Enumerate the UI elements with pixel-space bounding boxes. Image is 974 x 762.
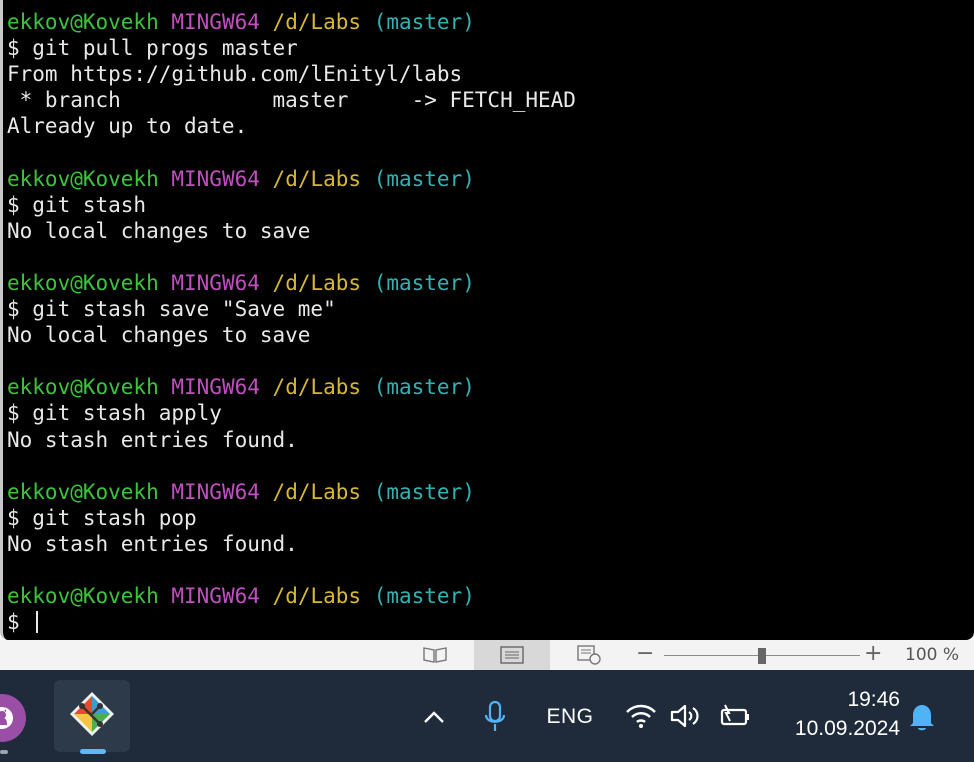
prompt-system: MINGW64 [171, 270, 260, 295]
text-cursor [36, 611, 39, 634]
bell-icon[interactable] [906, 700, 938, 734]
terminal-output-line: No local changes to save [7, 218, 311, 243]
language-indicator[interactable]: ENG [540, 702, 600, 732]
read-mode-icon[interactable] [420, 644, 450, 666]
terminal-window[interactable]: ekkov@Kovekh MINGW64 /d/Labs (master) $ g… [0, 0, 974, 640]
microphone-icon[interactable] [482, 698, 508, 736]
prompt-system: MINGW64 [171, 479, 260, 504]
prompt-path: /d/Labs [272, 10, 362, 34]
terminal-output-line: $ git stash save "Save me" [7, 297, 336, 322]
terminal-prompt-line: ekkov@Kovekh MINGW64 /d/Labs (master) [7, 9, 576, 35]
prompt-branch: (master) [373, 10, 475, 34]
terminal-prompt-line: ekkov@Kovekh MINGW64 /d/Labs (master) [7, 479, 576, 505]
terminal-output-line: $ git stash [7, 192, 147, 217]
prompt-path: /d/Labs [272, 584, 362, 609]
prompt-path: /d/Labs [272, 166, 362, 191]
prompt-user: ekkov@Kovekh [7, 479, 159, 504]
prompt-user: ekkov@Kovekh [7, 270, 159, 295]
prompt-path: /d/Labs [272, 270, 362, 295]
chevron-up-icon[interactable] [420, 703, 448, 731]
terminal-output-line: From https://github.com/lEnityl/labs [7, 62, 463, 87]
print-layout-icon [497, 644, 527, 666]
clock-time: 19:46 [847, 688, 900, 711]
terminal-prompt-line: ekkov@Kovekh MINGW64 /d/Labs (master) [7, 166, 576, 192]
word-status-bar: − + 100 % [0, 640, 974, 670]
terminal-output-line: * branch master -> FETCH_HEAD [7, 88, 576, 113]
system-clock[interactable]: 19:46 10.09.2024 [772, 686, 900, 744]
prompt-system: MINGW64 [171, 10, 260, 34]
terminal-prompt-line: ekkov@Kovekh MINGW64 /d/Labs (master) [7, 374, 576, 400]
app-running-indicator [0, 750, 8, 754]
terminal-input-line[interactable]: $ [7, 609, 576, 635]
terminal-output-line: Already up to date. [7, 114, 248, 139]
prompt-user: ekkov@Kovekh [7, 584, 159, 609]
git-gui-taskbar-button[interactable] [54, 680, 130, 752]
zoom-out-button[interactable]: − [636, 640, 654, 670]
terminal-prompt-line: ekkov@Kovekh MINGW64 /d/Labs (master) [7, 583, 576, 609]
prompt-user: ekkov@Kovekh [7, 10, 159, 34]
prompt-path: /d/Labs [272, 479, 362, 504]
zoom-slider-thumb[interactable] [758, 648, 766, 664]
terminal-output: ekkov@Kovekh MINGW64 /d/Labs (master) $ g… [7, 9, 576, 635]
prompt-path: /d/Labs [272, 375, 362, 400]
taskbar: ENG 19:46 10.09.2024 [0, 670, 974, 762]
terminal-output-line: $ git stash apply [7, 401, 222, 426]
wifi-icon[interactable] [624, 701, 658, 731]
battery-charging-icon[interactable] [716, 701, 752, 731]
terminal-output-line: No stash entries found. [7, 531, 298, 556]
prompt-system: MINGW64 [171, 166, 260, 191]
prompt-branch: (master) [373, 375, 475, 400]
volume-icon[interactable] [668, 701, 704, 731]
prompt-branch: (master) [373, 584, 475, 609]
terminal-output-line: $ git pull progs master [7, 36, 298, 61]
terminal-output-line: No local changes to save [7, 323, 311, 348]
clock-date: 10.09.2024 [794, 717, 900, 740]
prompt-user: ekkov@Kovekh [7, 375, 159, 400]
prompt-branch: (master) [373, 270, 475, 295]
prompt-system: MINGW64 [171, 375, 260, 400]
web-layout-icon[interactable] [574, 644, 604, 666]
github-desktop-icon[interactable] [0, 694, 26, 742]
prompt-branch: (master) [373, 479, 475, 504]
print-layout-button[interactable] [474, 640, 550, 670]
git-gui-icon [68, 690, 116, 742]
terminal-prompt-line: ekkov@Kovekh MINGW64 /d/Labs (master) [7, 270, 576, 296]
terminal-output-line: No stash entries found. [7, 427, 298, 452]
terminal-output-line: $ git stash pop [7, 505, 197, 530]
prompt-branch: (master) [373, 166, 475, 191]
prompt-system: MINGW64 [171, 584, 260, 609]
prompt-user: ekkov@Kovekh [7, 166, 159, 191]
app-active-indicator [80, 749, 106, 754]
zoom-level[interactable]: 100 % [905, 640, 959, 670]
zoom-in-button[interactable]: + [864, 640, 882, 670]
terminal-input-prompt: $ [7, 610, 33, 635]
